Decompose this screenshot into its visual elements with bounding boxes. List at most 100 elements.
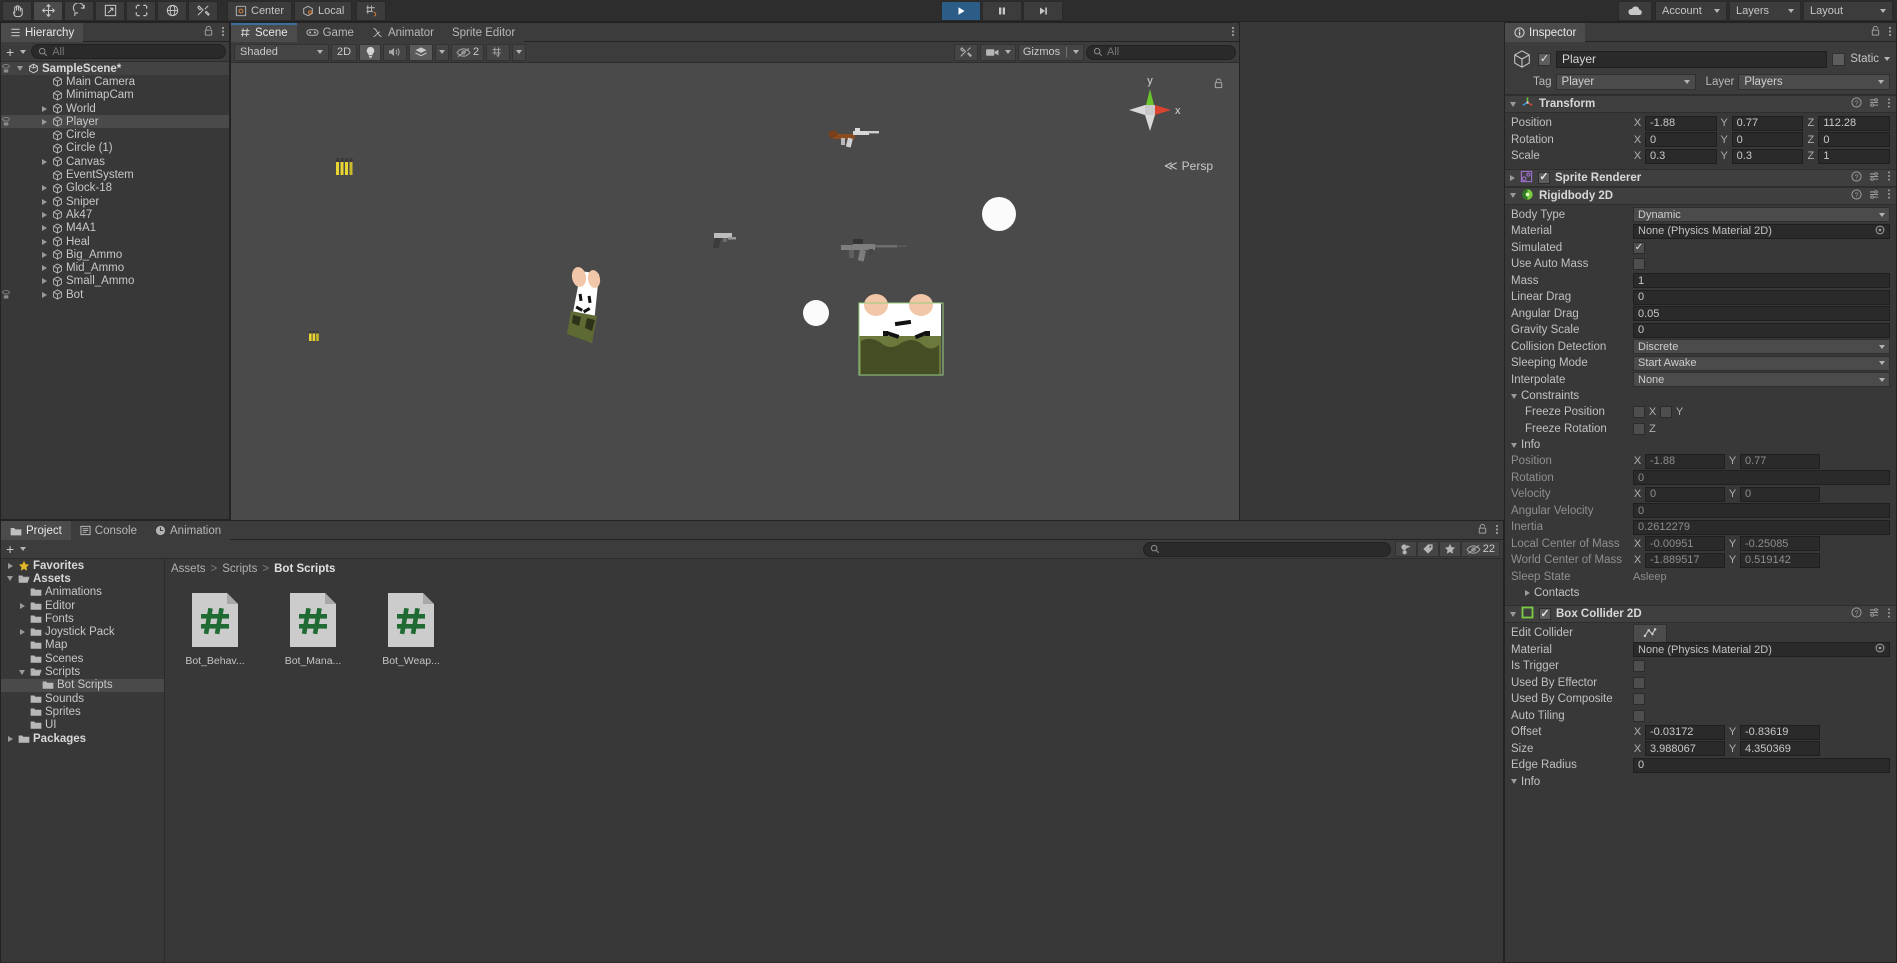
component-enabled-checkbox[interactable] xyxy=(1539,608,1551,620)
account-dropdown[interactable]: Account xyxy=(1655,0,1728,21)
foldout-arrow[interactable] xyxy=(1525,590,1530,596)
help-icon[interactable]: ? xyxy=(1851,607,1862,621)
rotate-tool-button[interactable] xyxy=(64,0,94,21)
component-foldout-arrow[interactable] xyxy=(1510,193,1516,198)
scene-tools-button[interactable] xyxy=(953,43,978,61)
breadcrumb-item[interactable]: Bot Scripts xyxy=(274,563,335,575)
help-icon[interactable]: ? xyxy=(1851,188,1862,203)
input-y[interactable]: 0 xyxy=(1740,486,1820,502)
hierarchy-item-circle[interactable]: Circle xyxy=(1,128,229,141)
hierarchy-item-player[interactable]: Player xyxy=(1,115,229,129)
breadcrumb[interactable]: Assets > Scripts > Bot Scripts xyxy=(165,559,1503,578)
layout-dropdown[interactable]: Layout xyxy=(1803,0,1894,21)
expand-arrow[interactable] xyxy=(15,589,29,595)
project-tree-item-scripts[interactable]: Scripts xyxy=(1,665,164,678)
component-menu-icon[interactable] xyxy=(1887,607,1891,622)
input-y[interactable]: 4.350369 xyxy=(1740,741,1820,757)
foldout-contacts[interactable]: Contacts xyxy=(1511,585,1890,601)
input-y[interactable]: 0.77 xyxy=(1731,115,1804,131)
favorites-star-button[interactable] xyxy=(1438,541,1461,557)
static-checkbox[interactable] xyxy=(1832,52,1846,66)
input-y[interactable]: 0.77 xyxy=(1740,453,1820,469)
component-foldout-arrow[interactable] xyxy=(1510,101,1516,107)
object-field[interactable]: None (Physics Material 2D) xyxy=(1633,223,1890,239)
hierarchy-create-button[interactable]: + xyxy=(4,44,28,60)
object-field[interactable]: None (Physics Material 2D) xyxy=(1633,642,1890,658)
project-tree-item-scenes[interactable]: Scenes xyxy=(1,652,164,665)
hierarchy-item-m4a1[interactable]: M4A1 xyxy=(1,222,229,235)
tab-scene[interactable]: Scene xyxy=(231,23,297,42)
expand-arrow[interactable] xyxy=(37,251,51,258)
expand-arrow[interactable] xyxy=(37,92,51,98)
checkbox-x[interactable] xyxy=(1633,406,1645,419)
tag-dropdown[interactable]: Player xyxy=(1555,74,1696,90)
expand-arrow[interactable] xyxy=(27,682,41,688)
breadcrumb-item[interactable]: Scripts xyxy=(222,563,257,575)
tab-sprite-editor[interactable]: Sprite Editor xyxy=(442,23,525,42)
hand-tool-button[interactable] xyxy=(2,0,32,21)
expand-arrow[interactable] xyxy=(37,238,51,245)
hierarchy-search-input[interactable]: All xyxy=(31,44,226,59)
audio-toggle-button[interactable] xyxy=(383,43,407,61)
hierarchy-item-minimapcam[interactable]: MinimapCam xyxy=(1,89,229,102)
draw-mode-dropdown[interactable]: Shaded xyxy=(234,43,329,61)
hierarchy-item-sniper[interactable]: Sniper xyxy=(1,195,229,208)
expand-arrow[interactable] xyxy=(37,185,51,192)
input-value[interactable]: 0 xyxy=(1633,470,1890,486)
expand-arrow[interactable] xyxy=(37,145,51,151)
foldout-arrow[interactable] xyxy=(1511,779,1517,784)
input-z[interactable]: 112.28 xyxy=(1818,115,1891,131)
tab-project[interactable]: Project xyxy=(1,521,71,540)
input-z[interactable]: 0 xyxy=(1818,132,1891,148)
tab-game[interactable]: Game xyxy=(296,23,363,42)
tab-console[interactable]: Console xyxy=(70,521,146,540)
tab-animator[interactable]: Animator xyxy=(362,23,443,42)
component-header-sprite-renderer[interactable]: Sprite Renderer ? xyxy=(1505,168,1896,187)
foldout-constraints[interactable]: Constraints xyxy=(1511,388,1890,404)
asset-grid[interactable]: Bot_Behav... Bot_Mana... Bot_Weap... xyxy=(165,578,1503,667)
expand-arrow[interactable] xyxy=(37,118,51,125)
component-foldout-arrow[interactable] xyxy=(1510,174,1515,181)
static-dropdown[interactable]: Static xyxy=(1850,53,1890,65)
grid-snapping-button[interactable] xyxy=(356,0,387,21)
hierarchy-item-mid-ammo[interactable]: Mid_Ammo xyxy=(1,261,229,274)
gameobject-icon[interactable] xyxy=(1511,48,1533,70)
input-value[interactable]: 1 xyxy=(1633,273,1890,289)
project-tree-item-packages[interactable]: Packages xyxy=(1,732,164,745)
expand-arrow[interactable] xyxy=(3,576,17,582)
project-tree-item-sprites[interactable]: Sprites xyxy=(1,705,164,718)
hierarchy-item-circle-1[interactable]: Circle (1) xyxy=(1,142,229,155)
input-y[interactable]: -0.83619 xyxy=(1740,724,1820,740)
input-y[interactable]: -0.25085 xyxy=(1740,536,1820,552)
visibility-toggle-icon[interactable] xyxy=(1,289,11,302)
preset-icon[interactable] xyxy=(1869,97,1880,111)
expand-arrow[interactable] xyxy=(15,696,29,702)
input-x[interactable]: -1.88 xyxy=(1645,115,1717,131)
tab-animation[interactable]: Animation xyxy=(146,521,231,540)
checkbox[interactable] xyxy=(1633,241,1645,254)
preset-icon[interactable] xyxy=(1869,607,1880,621)
checkbox-z[interactable] xyxy=(1633,422,1645,435)
project-tree-item-sounds[interactable]: Sounds xyxy=(1,692,164,705)
project-menu-icon[interactable] xyxy=(1495,523,1499,539)
input-value[interactable]: 0 xyxy=(1633,757,1890,773)
dropdown-value[interactable]: Start Awake xyxy=(1633,355,1890,371)
project-tree-item-bot-scripts[interactable]: Bot Scripts xyxy=(1,678,164,692)
project-lock-icon[interactable] xyxy=(1477,523,1488,538)
project-visibility-button[interactable]: 22 xyxy=(1460,541,1500,557)
hierarchy-item-small-ammo[interactable]: Small_Ammo xyxy=(1,275,229,288)
checkbox[interactable] xyxy=(1633,693,1645,706)
foldout-arrow[interactable] xyxy=(1511,393,1517,399)
component-foldout-arrow[interactable] xyxy=(1510,611,1516,617)
project-tree-item-animations[interactable]: Animations xyxy=(1,586,164,599)
step-button[interactable] xyxy=(1023,0,1064,21)
move-tool-button[interactable] xyxy=(33,0,63,21)
expand-arrow[interactable] xyxy=(3,735,17,742)
asset-item[interactable]: Bot_Mana... xyxy=(275,592,351,667)
dropdown-value[interactable]: Discrete xyxy=(1633,339,1890,355)
expand-arrow[interactable] xyxy=(37,211,51,218)
hierarchy-item-eventsystem[interactable]: EventSystem xyxy=(1,168,229,181)
foldout-arrow[interactable] xyxy=(1511,442,1517,448)
foldout-info[interactable]: Info xyxy=(1511,774,1890,790)
expand-arrow[interactable] xyxy=(37,105,51,112)
